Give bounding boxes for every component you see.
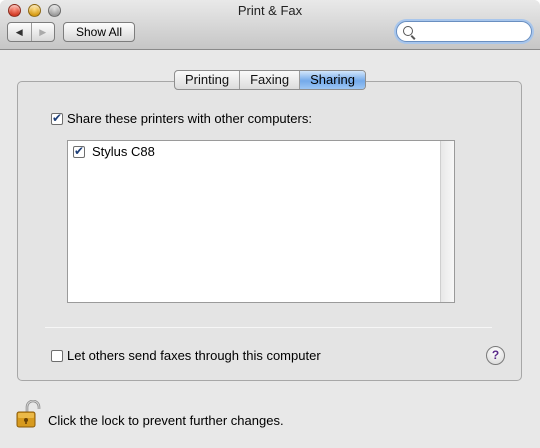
tab-printing[interactable]: Printing: [175, 71, 241, 89]
tab-bar: Printing Faxing Sharing: [174, 70, 366, 90]
back-button[interactable]: ◀: [8, 23, 32, 41]
search-icon: [403, 26, 413, 36]
toolbar: Print & Fax ◀ ▶ Show All: [0, 0, 540, 50]
printer-checkbox-stylus-c88[interactable]: [73, 144, 85, 158]
forward-button[interactable]: ▶: [32, 23, 55, 41]
lock-label: Click the lock to prevent further change…: [48, 413, 284, 428]
help-button[interactable]: ?: [486, 346, 505, 365]
fax-sharing-label: Let others send faxes through this compu…: [67, 348, 321, 363]
back-forward-control: ◀ ▶: [7, 22, 55, 42]
tab-sharing[interactable]: Sharing: [300, 71, 365, 89]
separator: [45, 327, 492, 328]
printer-list[interactable]: Stylus C88: [67, 140, 455, 303]
open-padlock-icon[interactable]: [16, 400, 42, 428]
printer-list-scrollbar[interactable]: [440, 141, 454, 302]
search-field[interactable]: [396, 21, 532, 42]
window-title: Print & Fax: [237, 3, 303, 18]
print-fax-window: Print & Fax ◀ ▶ Show All Printing Faxing…: [0, 0, 540, 448]
share-printers-checkbox[interactable]: [51, 111, 63, 125]
tab-faxing[interactable]: Faxing: [240, 71, 301, 89]
fax-sharing-checkbox[interactable]: [51, 350, 63, 362]
printer-name: Stylus C88: [92, 144, 155, 159]
share-printers-label: Share these printers with other computer…: [67, 111, 312, 126]
search-input[interactable]: [417, 24, 525, 39]
show-all-button[interactable]: Show All: [63, 22, 135, 42]
